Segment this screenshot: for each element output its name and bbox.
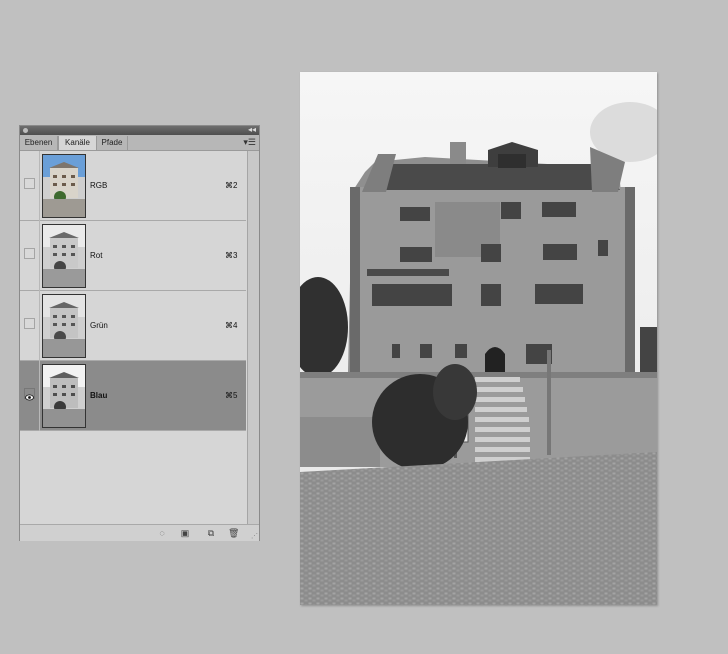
panel-titlebar[interactable]: ◂◂ — [20, 125, 259, 135]
tab-kanaele[interactable]: Kanäle — [58, 136, 97, 150]
panel-menu-icon[interactable]: ▾☰ — [243, 137, 256, 147]
channel-thumbnail-rgb — [42, 154, 86, 218]
channel-shortcut: ⌘3 — [225, 251, 238, 260]
divider — [39, 151, 40, 221]
divider — [39, 361, 40, 431]
channel-shortcut: ⌘5 — [225, 391, 238, 400]
channel-row-rot[interactable]: Rot ⌘3 — [20, 221, 246, 291]
visibility-toggle[interactable] — [24, 248, 35, 259]
resize-grip-icon[interactable]: ⋰ — [251, 533, 258, 540]
channel-thumbnail-gruen — [42, 294, 86, 358]
castle-photo — [288, 72, 670, 605]
channel-list: RGB ⌘2 Rot ⌘3 Grün ⌘4 Blau ⌘5 — [20, 151, 246, 524]
channel-thumbnail-rot — [42, 224, 86, 288]
save-selection-icon[interactable]: ▣ — [180, 528, 190, 538]
channel-thumbnail-blau — [42, 364, 86, 428]
panel-tabs: Ebenen Kanäle Pfade ▾☰ — [20, 135, 259, 151]
new-channel-icon[interactable]: ⧉ — [206, 528, 216, 538]
visibility-toggle[interactable] — [24, 178, 35, 189]
channel-shortcut: ⌘2 — [225, 181, 238, 190]
channel-row-blau[interactable]: Blau ⌘5 — [20, 361, 246, 431]
document-canvas[interactable] — [288, 72, 670, 605]
channel-shortcut: ⌘4 — [225, 321, 238, 330]
visibility-toggle[interactable] — [24, 388, 35, 401]
collapse-icon[interactable]: ◂◂ — [248, 125, 256, 135]
channel-name: Grün — [90, 321, 108, 330]
panel-footer: ◌ ▣ ⧉ 🗑 ⋰ — [20, 524, 259, 541]
close-icon[interactable] — [23, 128, 28, 133]
eye-icon — [25, 394, 34, 401]
tab-ebenen[interactable]: Ebenen — [20, 136, 58, 150]
divider — [39, 221, 40, 291]
panel-scrollbar[interactable] — [247, 151, 259, 524]
trash-icon[interactable]: 🗑 — [228, 528, 239, 538]
channel-name: Blau — [90, 391, 108, 400]
channels-panel: ◂◂ Ebenen Kanäle Pfade ▾☰ RGB ⌘2 Rot ⌘3 … — [19, 125, 260, 541]
visibility-toggle[interactable] — [24, 318, 35, 329]
divider — [39, 291, 40, 361]
load-selection-icon[interactable]: ◌ — [157, 528, 167, 538]
channel-name: Rot — [90, 251, 103, 260]
tab-pfade[interactable]: Pfade — [97, 136, 128, 150]
channel-name: RGB — [90, 181, 108, 190]
channel-row-rgb[interactable]: RGB ⌘2 — [20, 151, 246, 221]
channel-row-gruen[interactable]: Grün ⌘4 — [20, 291, 246, 361]
